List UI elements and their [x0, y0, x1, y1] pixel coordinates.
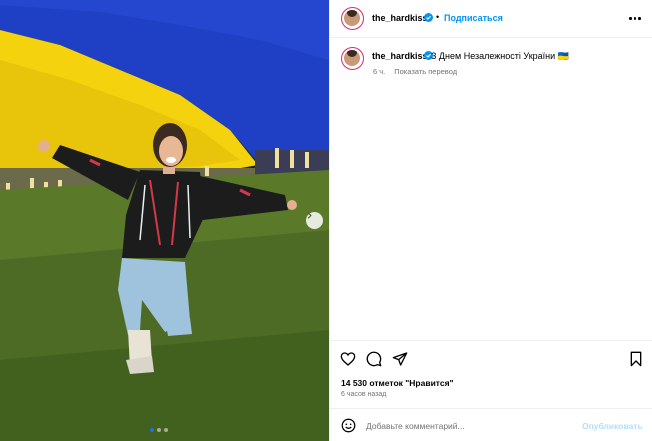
caption-time: 6 ч. — [373, 67, 386, 76]
author-username[interactable]: the_hardkiss — [372, 13, 428, 23]
carousel-indicator — [150, 428, 168, 432]
caption-text: З Днем Незалежності України 🇺🇦 — [431, 51, 569, 61]
comment-bar: Опубликовать — [330, 408, 652, 441]
carousel-dot — [157, 428, 161, 432]
post-details-panel: the_hardkiss • Подписаться the_hardkiss … — [329, 0, 652, 441]
verified-badge-icon — [424, 13, 433, 22]
likes-count[interactable]: 14 530 отметок "Нравится" — [341, 378, 454, 388]
carousel-dot-active — [150, 428, 154, 432]
header-separator: • — [436, 12, 440, 22]
caption-avatar[interactable] — [341, 47, 364, 70]
caption-meta: 6 ч. Показать перевод — [373, 67, 457, 76]
heart-icon[interactable] — [340, 351, 356, 367]
smiley-icon[interactable] — [341, 418, 356, 433]
author-avatar[interactable] — [341, 7, 364, 30]
comment-icon[interactable] — [366, 351, 382, 367]
show-translation-link[interactable]: Показать перевод — [394, 67, 457, 76]
caption-username[interactable]: the_hardkiss — [372, 51, 428, 61]
chevron-right-icon — [307, 212, 312, 219]
follow-button[interactable]: Подписаться — [444, 13, 503, 23]
post-header: the_hardkiss • Подписаться — [330, 0, 652, 38]
photo-illustration — [0, 0, 329, 441]
post-timestamp: 6 часов назад — [341, 391, 387, 398]
carousel-dot — [164, 428, 168, 432]
more-options-icon[interactable] — [629, 17, 641, 20]
post-photo[interactable] — [0, 0, 329, 441]
paper-plane-icon[interactable] — [392, 351, 408, 367]
bookmark-icon[interactable] — [628, 351, 644, 367]
publish-button[interactable]: Опубликовать — [582, 421, 643, 431]
comment-input[interactable] — [366, 417, 576, 434]
next-photo-button[interactable] — [306, 212, 323, 229]
